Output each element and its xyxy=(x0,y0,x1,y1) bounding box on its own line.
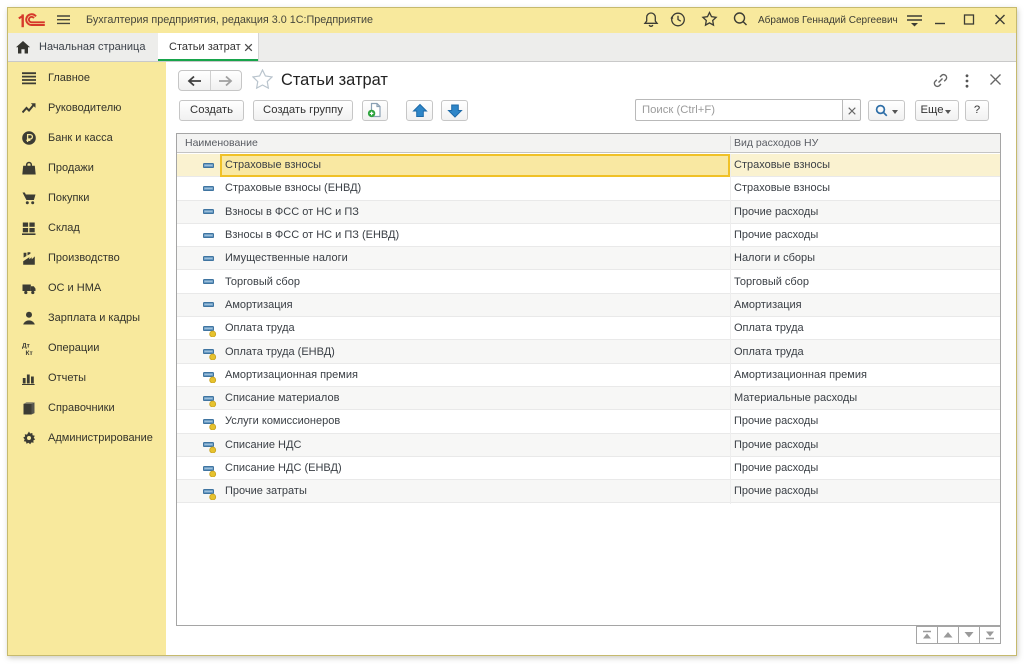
svg-text:Кт: Кт xyxy=(26,350,33,355)
svg-text:Дт: Дт xyxy=(22,343,30,350)
